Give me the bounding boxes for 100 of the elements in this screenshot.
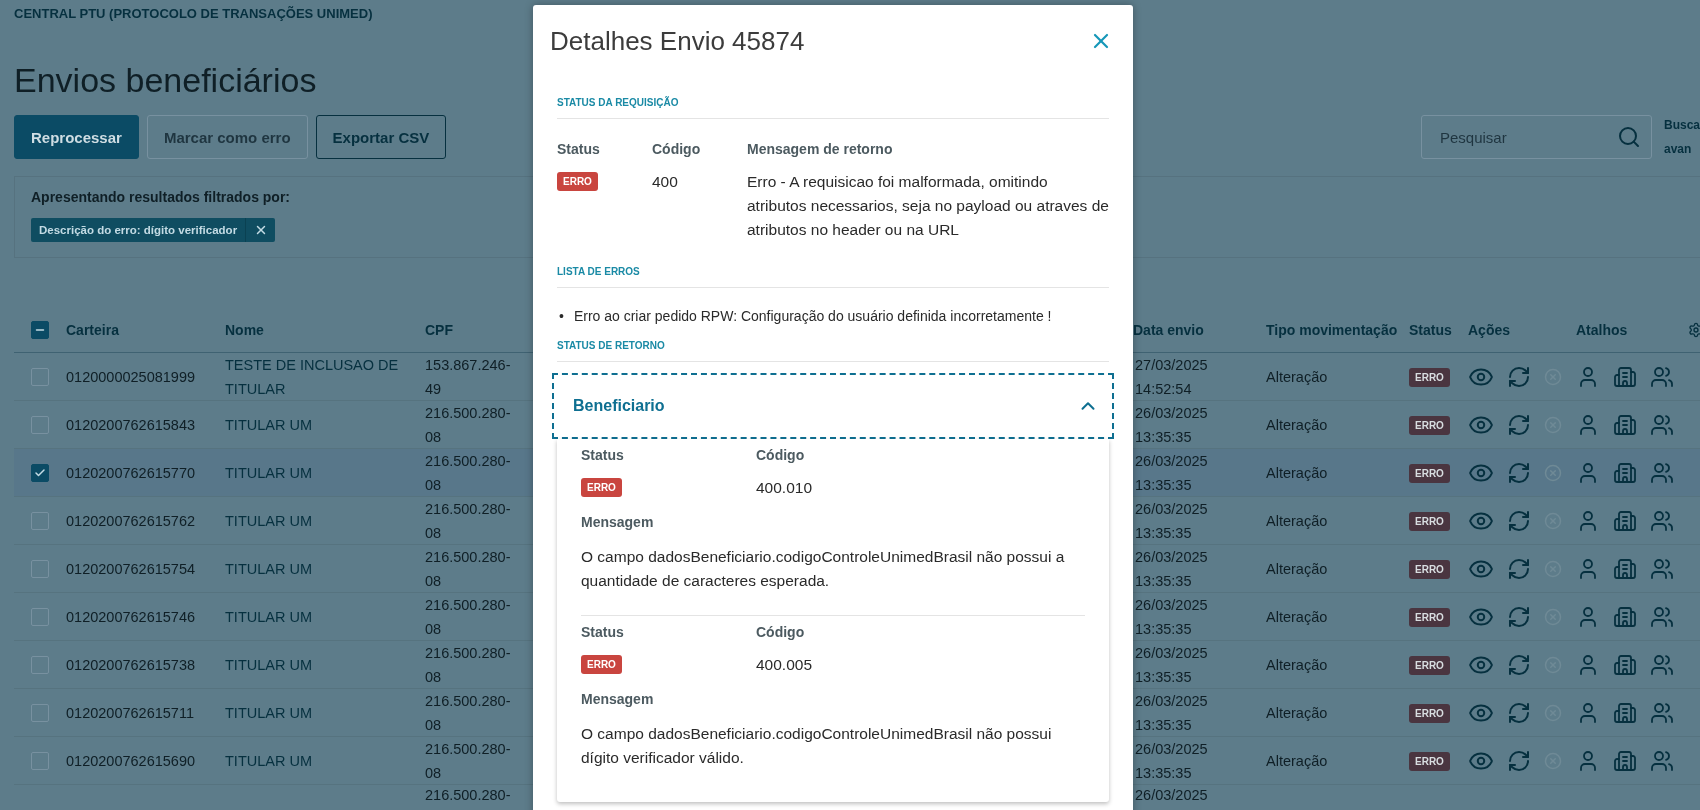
building-icon [1613,749,1637,773]
field-label: Mensagem de retorno [747,141,894,157]
table-cell-text: 0120200762615843 [66,416,197,435]
reprocess-button[interactable] [1507,365,1531,389]
name-link[interactable]: TITULAR UM [225,605,425,629]
name-link[interactable]: TITULAR UM [225,509,425,533]
row-checkbox[interactable] [31,512,49,530]
status-badge: ERRO [1409,415,1450,435]
building-shortcut[interactable] [1613,605,1637,629]
row-checkbox[interactable] [31,464,49,482]
toolbar-button[interactable]: Exportar CSV [315,115,447,159]
name-link[interactable]: TESTE DE INCLUSAO DE TITULAR [225,353,425,401]
code-value: 400.010 [756,478,814,498]
settings-icon[interactable] [1688,322,1700,338]
row-checkbox[interactable] [31,560,49,578]
people-shortcut[interactable] [1650,557,1674,581]
name-link[interactable]: TITULAR UM [225,557,425,581]
status-badge: ERRO [581,478,622,497]
people-icon [1650,557,1674,581]
return-message: Erro - A requisicao foi malformada, omitindo atributos necessarios, seja no payload ou atraves de atributos no header ou na URL [747,172,1109,240]
people-shortcut[interactable] [1650,509,1674,533]
reprocess-button[interactable] [1507,509,1531,533]
search-input[interactable]: Pesquisar [1438,127,1617,147]
people-icon [1650,365,1674,389]
reprocess-button[interactable] [1507,605,1531,629]
reprocess-button[interactable] [1507,653,1531,677]
name-link[interactable]: TITULAR UM [225,413,425,437]
people-shortcut[interactable] [1650,365,1674,389]
people-shortcut[interactable] [1650,461,1674,485]
people-shortcut[interactable] [1650,653,1674,677]
reprocess-button[interactable] [1507,701,1531,725]
people-icon [1650,509,1674,533]
refresh-icon [1507,749,1531,773]
status-badge: ERRO [1409,607,1450,627]
table-cell-text: 0120200762615754 [66,560,197,579]
building-shortcut[interactable] [1613,557,1637,581]
accordion-header[interactable]: Beneficiario [552,373,1114,439]
name-link[interactable]: TITULAR UM [225,653,425,677]
error-item: Erro ao criar pedido RPW: Configuração do usuário definida incorretamente ! [573,307,1052,326]
people-shortcut[interactable] [1650,701,1674,725]
building-shortcut[interactable] [1613,365,1637,389]
reprocess-button[interactable] [1507,749,1531,773]
table-cell-text: 0120200762615746 [66,608,197,627]
building-shortcut[interactable] [1613,749,1637,773]
section-label: STATUS DE RETORNO [557,340,1109,362]
row-checkbox[interactable] [31,704,49,722]
people-shortcut[interactable] [1650,749,1674,773]
table-cell-text: 27/03/2025 14:52:54 [1135,356,1209,399]
table-cell-text: 216.500.280-08 [425,740,512,783]
status-badge: ERRO [581,655,622,674]
table-cell-text: 216.500.280-08 [425,692,512,735]
name-link[interactable]: TITULAR UM [225,701,425,725]
building-shortcut[interactable] [1613,509,1637,533]
column-header: Data envio [1133,322,1205,338]
error-message: O campo dadosBeneficiario.codigoControleUnimedBrasil não possui dígito verificador válido. [581,724,1053,768]
name-link[interactable]: TITULAR UM [225,749,425,773]
table-cell-text: 26/03/2025 13:35:35 [1135,500,1209,543]
table-cell-text: 0120200762615738 [66,656,197,675]
status-badge: ERRO [1409,511,1450,531]
building-icon [1613,653,1637,677]
table-cell-text: 26/03/2025 13:35:35 [1135,692,1209,735]
table-cell-text: Alteração [1266,752,1329,771]
table-cell-text: 26/03/2025 13:35:35 [1135,404,1209,447]
section-label: STATUS DA REQUISIÇÃO [557,77,1109,119]
row-checkbox[interactable] [31,608,49,626]
table-cell-text: Alteração [1266,560,1329,579]
building-shortcut[interactable] [1613,413,1637,437]
search-icon [1617,125,1641,149]
row-checkbox[interactable] [31,368,49,386]
row-checkbox[interactable] [31,656,49,674]
people-icon [1650,413,1674,437]
people-shortcut[interactable] [1650,605,1674,629]
select-all-checkbox[interactable] [31,321,49,339]
toolbar-button[interactable]: Reprocessar [14,115,139,159]
reprocess-button[interactable] [1507,413,1531,437]
table-cell-text: 26/03/2025 13:35:35 [1135,740,1209,783]
building-shortcut[interactable] [1613,653,1637,677]
people-icon [1650,701,1674,725]
building-icon [1613,605,1637,629]
field-label: Código [756,624,806,640]
row-checkbox[interactable] [31,752,49,770]
advanced-search-link[interactable]: Busca avan [1664,113,1700,161]
status-badge: ERRO [557,172,598,191]
table-cell-text: 26/03/2025 13:35:35 [1135,644,1209,687]
accordion-title: Beneficiario [573,397,665,415]
chip-label: Descrição do erro: dígito verificador [38,223,239,238]
table-cell-text: 26/03/2025 13:35:35 [1135,596,1209,639]
bullet: • [558,307,564,326]
people-icon [1650,749,1674,773]
reprocess-button[interactable] [1507,557,1531,581]
building-shortcut[interactable] [1613,701,1637,725]
table-cell-text: Alteração [1266,656,1329,675]
name-link[interactable]: TITULAR UM [225,461,425,485]
filter-label: Apresentando resultados filtrados por: [31,189,291,205]
building-shortcut[interactable] [1613,461,1637,485]
row-checkbox[interactable] [31,416,49,434]
people-shortcut[interactable] [1650,413,1674,437]
search-field[interactable]: Pesquisar [1421,115,1652,159]
table-cell-text: 26/03/2025 13:35:35 [1135,548,1209,591]
reprocess-button[interactable] [1507,461,1531,485]
